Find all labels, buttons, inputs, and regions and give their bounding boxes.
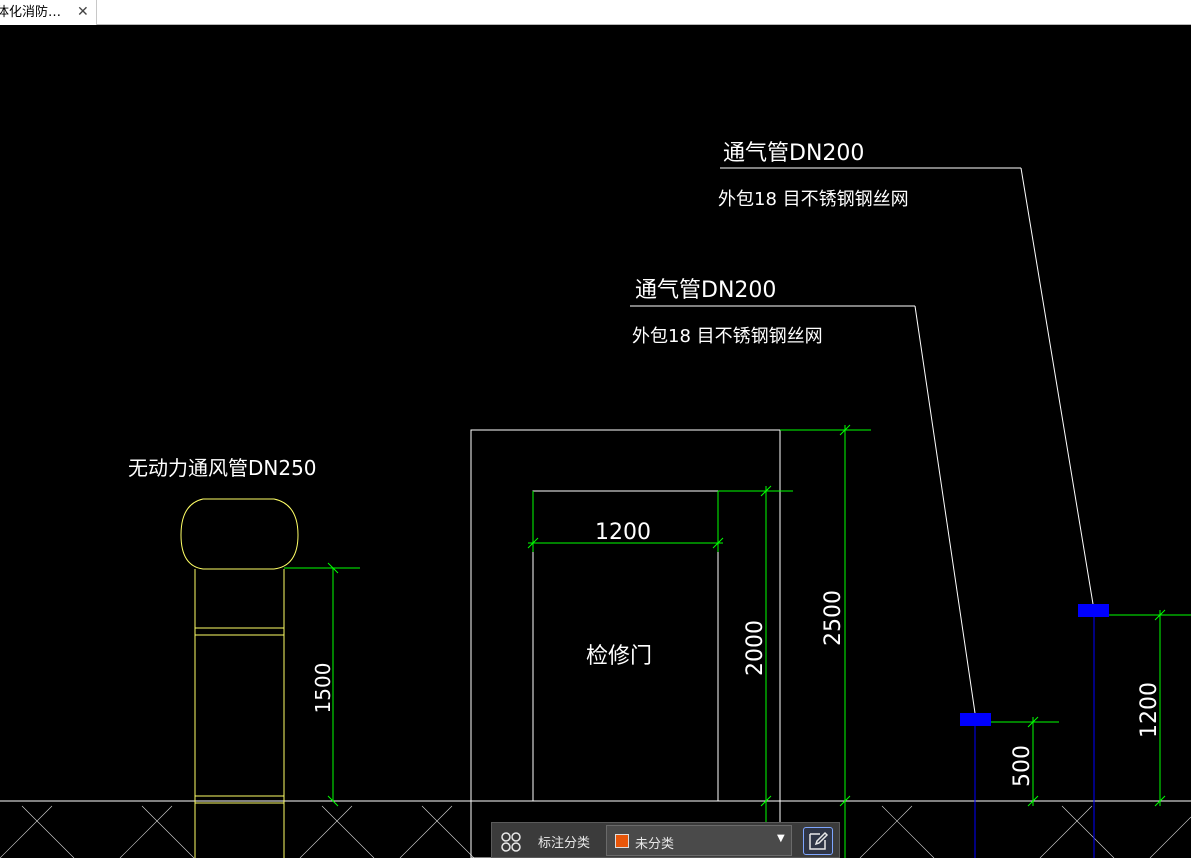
pipe-upper-height-text: 1200 (1137, 682, 1162, 738)
pipe-lower-label: 通气管DN200 (635, 278, 776, 303)
document-tab[interactable]: 体化消防… ✕ (0, 0, 97, 25)
vent-pipe-label: 无动力通风管DN250 (128, 456, 317, 480)
tab-bar: 体化消防… ✕ (0, 0, 1191, 25)
vent-dimension-text: 1500 (311, 663, 335, 714)
edit-button[interactable] (803, 827, 833, 855)
pipe-upper-leader-slant (1020, 167, 1094, 605)
pipe-lower-leader-slant (914, 305, 976, 714)
annotation-category-label: 标注分类 (538, 836, 591, 851)
pipe-lower-note: 外包18 目不锈钢钢丝网 (632, 326, 823, 347)
chevron-down-icon: ▼ (777, 833, 785, 844)
door-width-text: 1200 (595, 520, 651, 545)
door-label: 检修门 (586, 644, 652, 669)
pipe-lower-height-text: 500 (1010, 745, 1035, 787)
grid-icon[interactable] (500, 831, 522, 853)
cad-canvas[interactable]: 无动力通风管DN250 1500 检修门 1200 2000 2500 通气管D… (0, 25, 1191, 858)
pipe-upper-note: 外包18 目不锈钢钢丝网 (718, 189, 909, 210)
edit-icon (809, 831, 829, 850)
category-color-swatch (615, 834, 629, 848)
category-select-value: 未分类 (635, 837, 675, 852)
tab-title: 体化消防… (0, 5, 62, 20)
door-height-text: 2000 (743, 620, 768, 676)
frame-height-text: 2500 (821, 590, 846, 646)
close-icon[interactable]: ✕ (77, 0, 89, 25)
pipe-lower-marker[interactable] (960, 713, 991, 726)
pipe-upper-marker[interactable] (1078, 604, 1109, 617)
vent-pipe (180, 498, 299, 858)
annotation-category-select[interactable]: 未分类 ▼ (606, 825, 792, 856)
annotation-toolbar: 标注分类 未分类 ▼ (491, 822, 840, 858)
pipe-upper-label: 通气管DN200 (723, 141, 864, 166)
